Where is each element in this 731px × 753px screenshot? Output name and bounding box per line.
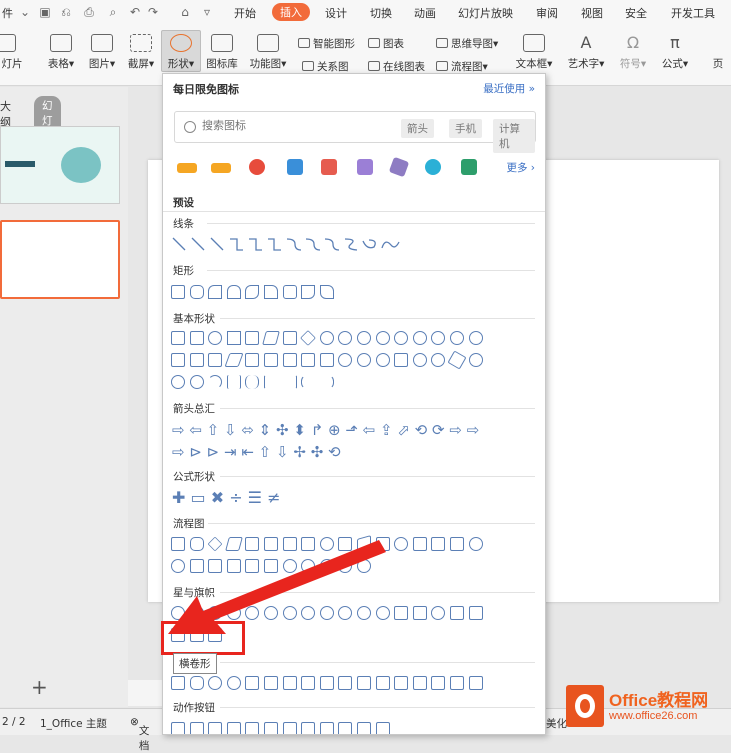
logo-url: www.office26.com: [609, 710, 698, 722]
pointer-arrow-icon: [168, 540, 386, 634]
office26-logo: Office教程网 www.office26.com: [566, 684, 731, 732]
office-logo-icon: [566, 685, 604, 727]
logo-brand: Office教程网: [609, 691, 709, 710]
